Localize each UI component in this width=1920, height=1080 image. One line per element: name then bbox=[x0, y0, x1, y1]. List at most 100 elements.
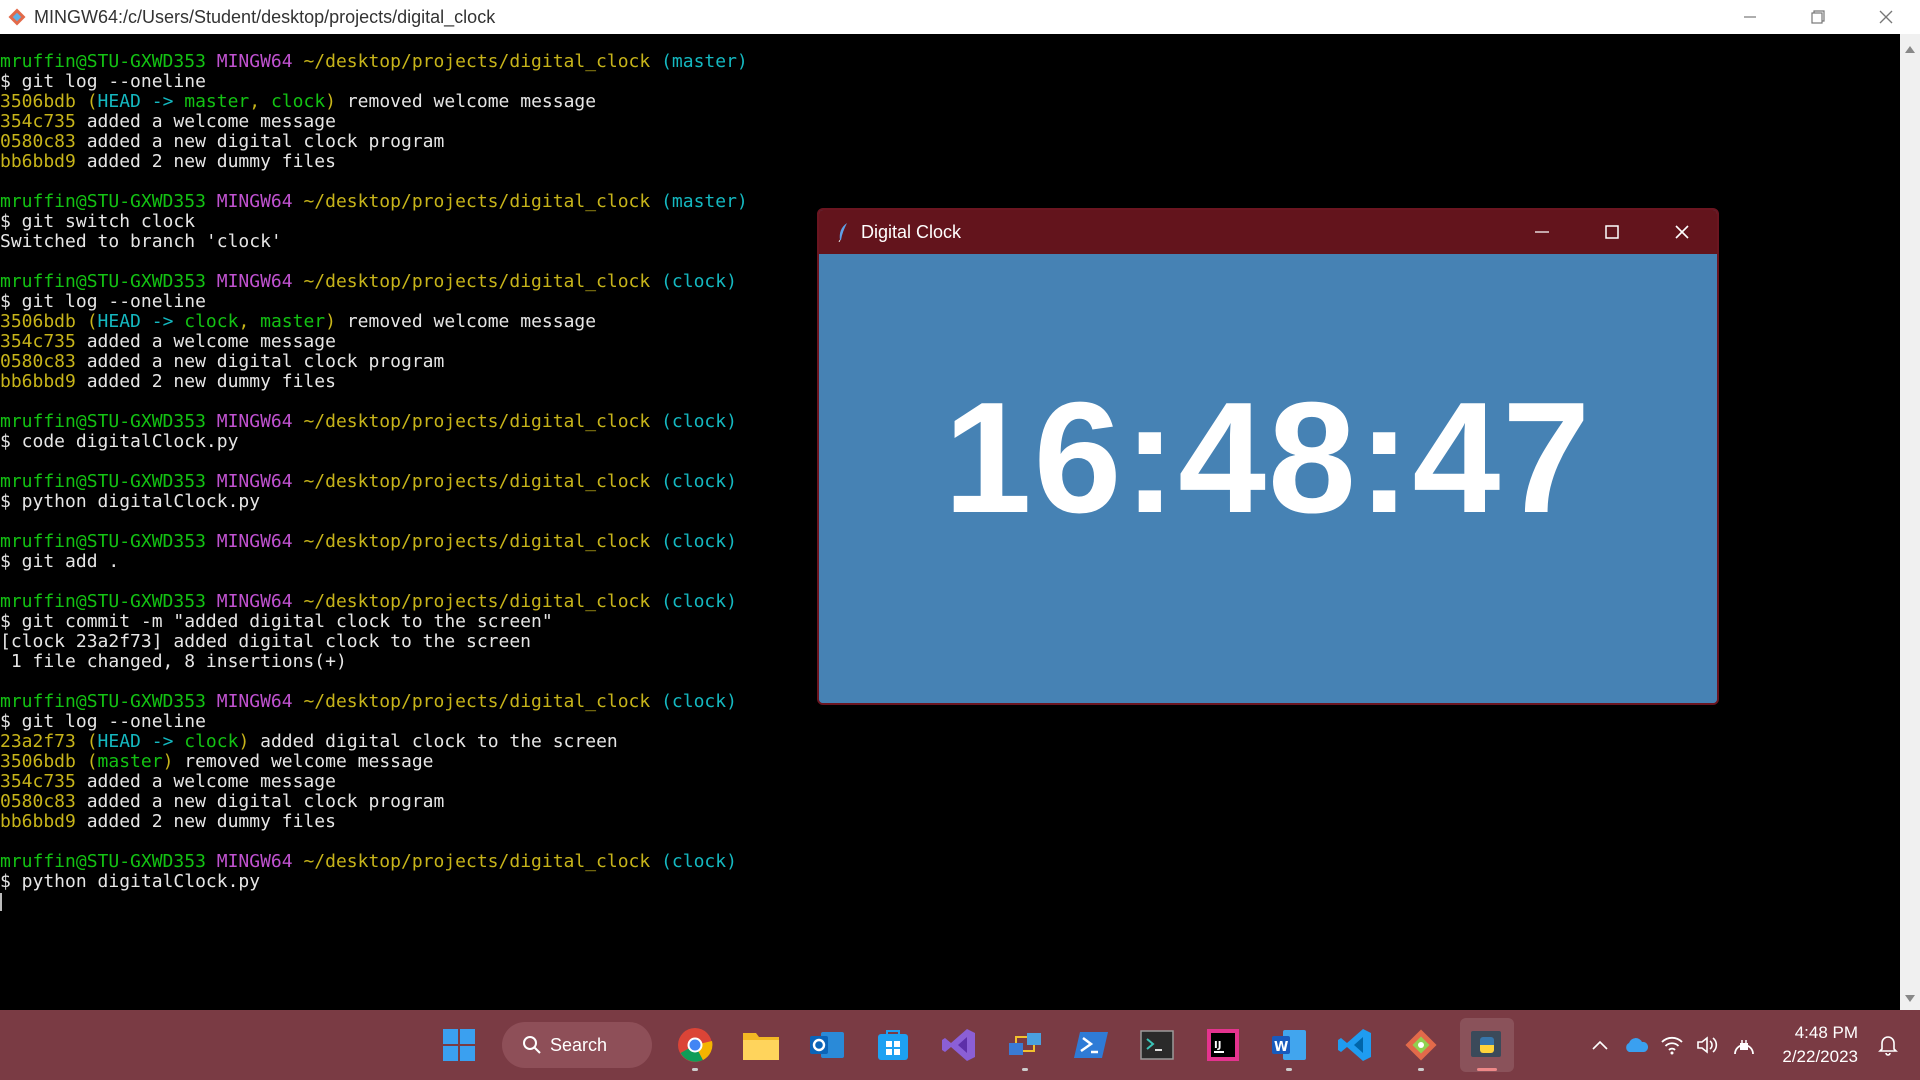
feather-icon bbox=[833, 222, 853, 242]
minimize-button[interactable] bbox=[1716, 0, 1784, 34]
volume-icon bbox=[1697, 1036, 1718, 1054]
output-text: [clock 23a2f73] added digital clock to t… bbox=[0, 631, 532, 652]
search-icon bbox=[523, 1036, 541, 1054]
store-icon bbox=[878, 1030, 908, 1060]
tray-clock[interactable]: 4:48 PM 2/22/2023 bbox=[1782, 1021, 1858, 1069]
branch-ref: clock bbox=[184, 311, 239, 332]
clock-close-button[interactable] bbox=[1647, 210, 1717, 254]
tray-time: 4:48 PM bbox=[1794, 1023, 1858, 1042]
restore-button[interactable] bbox=[1784, 0, 1852, 34]
commit-line: bb6bbd9 added 2 new dummy files bbox=[0, 812, 1900, 832]
prompt-system: MINGW64 bbox=[216, 51, 293, 72]
commit-message: added 2 new dummy files bbox=[75, 371, 336, 392]
command-text: $ git log --oneline bbox=[0, 71, 206, 92]
clock-maximize-button[interactable] bbox=[1577, 210, 1647, 254]
terminal-icon bbox=[1140, 1030, 1174, 1060]
onedrive-tray[interactable] bbox=[1618, 1025, 1654, 1065]
taskbar-chrome[interactable] bbox=[668, 1018, 722, 1072]
close-button[interactable] bbox=[1852, 0, 1920, 34]
taskbar-file-explorer[interactable] bbox=[734, 1018, 788, 1072]
output-text: 1 file changed, 8 insertions(+) bbox=[0, 651, 347, 672]
prompt-path: ~/desktop/projects/digital_clock bbox=[303, 471, 651, 492]
commit-message: added a new digital clock program bbox=[75, 351, 445, 372]
refs-close: ) bbox=[325, 91, 336, 112]
notification-bell-icon bbox=[1878, 1036, 1898, 1056]
branch-ref: master bbox=[184, 91, 250, 112]
prompt-system: MINGW64 bbox=[216, 531, 293, 552]
prompt-path: ~/desktop/projects/digital_clock bbox=[303, 851, 651, 872]
taskbar-terminal[interactable] bbox=[1130, 1018, 1184, 1072]
prompt-system: MINGW64 bbox=[216, 591, 293, 612]
prompt-system: MINGW64 bbox=[216, 851, 293, 872]
commit-line: 3506bdb (master) removed welcome message bbox=[0, 752, 1900, 772]
terminal-window-title: MINGW64:/c/Users/Student/desktop/project… bbox=[34, 6, 496, 27]
prompt-path: ~/desktop/projects/digital_clock bbox=[303, 691, 651, 712]
prompt-user: mruffin@STU-GXWD353 bbox=[0, 51, 206, 72]
network-tool-icon bbox=[1009, 1033, 1041, 1055]
taskbar-network-tool[interactable] bbox=[998, 1018, 1052, 1072]
taskbar: Search IJ W 4:48 PM 2/22/2023 bbox=[0, 1010, 1920, 1080]
wifi-tray[interactable] bbox=[1654, 1025, 1690, 1065]
visual-studio-icon bbox=[942, 1029, 975, 1061]
prompt-path: ~/desktop/projects/digital_clock bbox=[303, 191, 651, 212]
clock-time: 16:48:47 bbox=[943, 370, 1593, 546]
taskbar-search[interactable]: Search bbox=[502, 1022, 652, 1068]
command-line: $ git log --oneline bbox=[0, 72, 1900, 92]
command-text: $ python digitalClock.py bbox=[0, 491, 261, 512]
scroll-down-icon[interactable] bbox=[1905, 995, 1915, 1002]
git-icon bbox=[1405, 1029, 1437, 1061]
command-text: $ git commit -m "added digital clock to … bbox=[0, 611, 553, 632]
head-pointer: HEAD -> bbox=[97, 311, 185, 332]
refs-close: ) bbox=[325, 311, 336, 332]
chrome-icon bbox=[678, 1028, 713, 1062]
prompt-user: mruffin@STU-GXWD353 bbox=[0, 531, 206, 552]
output-text: Switched to branch 'clock' bbox=[0, 231, 282, 252]
terminal-scrollbar[interactable] bbox=[1900, 34, 1920, 1010]
search-label: Search bbox=[550, 1034, 608, 1055]
taskbar-git[interactable] bbox=[1394, 1018, 1448, 1072]
tray-overflow-chevron[interactable] bbox=[1582, 1025, 1618, 1065]
commit-line: 354c735 added a welcome message bbox=[0, 772, 1900, 792]
intellij-icon: IJ bbox=[1207, 1029, 1239, 1061]
taskbar-python[interactable] bbox=[1460, 1018, 1514, 1072]
prompt-system: MINGW64 bbox=[216, 191, 293, 212]
commit-hash: 23a2f73 bbox=[0, 731, 76, 752]
refs-open: ( bbox=[86, 91, 98, 112]
file-explorer-icon bbox=[743, 1033, 779, 1060]
system-tray: 4:48 PM 2/22/2023 bbox=[1582, 1010, 1906, 1080]
taskbar-outlook[interactable] bbox=[800, 1018, 854, 1072]
taskbar-store[interactable] bbox=[866, 1018, 920, 1072]
scroll-up-icon[interactable] bbox=[1905, 46, 1915, 53]
volume-tray[interactable] bbox=[1690, 1025, 1726, 1065]
prompt-system: MINGW64 bbox=[216, 471, 293, 492]
commit-hash: 3506bdb bbox=[0, 311, 76, 332]
refs-open: ( bbox=[86, 311, 98, 332]
digital-clock-window[interactable]: Digital Clock 16:48:47 bbox=[817, 208, 1719, 705]
terminal-titlebar[interactable]: MINGW64:/c/Users/Student/desktop/project… bbox=[0, 0, 1920, 34]
taskbar-intellij[interactable]: IJ bbox=[1196, 1018, 1250, 1072]
command-text: $ git switch clock bbox=[0, 211, 196, 232]
commit-hash: 0580c83 bbox=[0, 131, 76, 152]
taskbar-vscode[interactable] bbox=[1328, 1018, 1382, 1072]
battery-tray[interactable] bbox=[1726, 1025, 1762, 1065]
minimize-icon bbox=[1744, 16, 1756, 18]
outlook-icon bbox=[810, 1032, 844, 1058]
start-button[interactable] bbox=[432, 1018, 486, 1072]
command-text: $ code digitalClock.py bbox=[0, 431, 239, 452]
taskbar-apps: Search IJ W bbox=[426, 1010, 1520, 1080]
prompt-branch: (master) bbox=[661, 51, 748, 72]
commit-message: added digital clock to the screen bbox=[249, 731, 618, 752]
taskbar-visual-studio[interactable] bbox=[932, 1018, 986, 1072]
git-bash-icon bbox=[6, 6, 28, 28]
head-pointer: HEAD -> bbox=[97, 731, 185, 752]
taskbar-powershell[interactable] bbox=[1064, 1018, 1118, 1072]
clock-titlebar[interactable]: Digital Clock bbox=[819, 210, 1717, 254]
notifications-tray[interactable] bbox=[1870, 1025, 1906, 1065]
taskbar-word[interactable]: W bbox=[1262, 1018, 1316, 1072]
clock-minimize-button[interactable] bbox=[1507, 210, 1577, 254]
battery-plug-icon bbox=[1734, 1040, 1755, 1055]
prompt-path: ~/desktop/projects/digital_clock bbox=[303, 271, 651, 292]
branch-ref: master bbox=[260, 311, 326, 332]
prompt-user: mruffin@STU-GXWD353 bbox=[0, 471, 206, 492]
commit-hash: 354c735 bbox=[0, 111, 76, 132]
